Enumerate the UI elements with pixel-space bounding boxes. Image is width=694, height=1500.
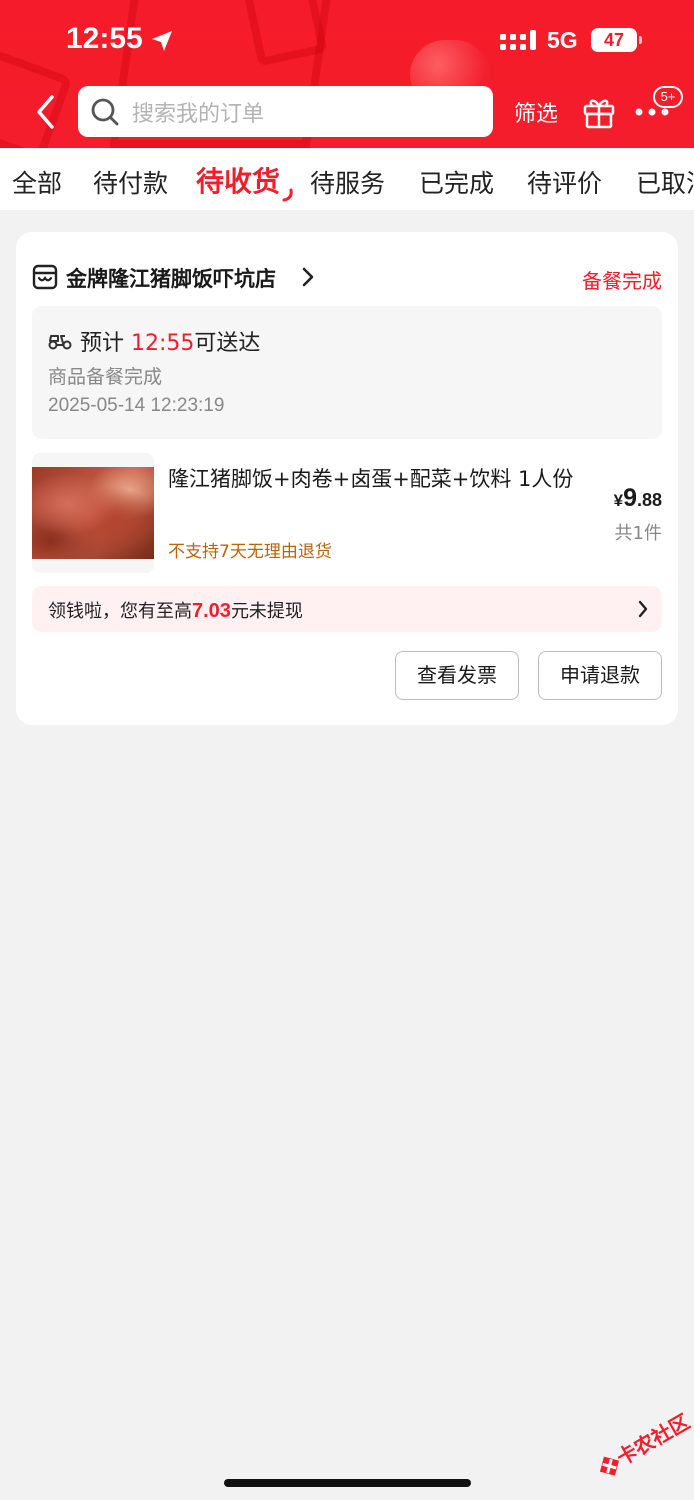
price-integer: 9 xyxy=(623,484,637,512)
tab-pending-receipt[interactable]: 待收货 xyxy=(196,160,280,200)
order-status: 备餐完成 xyxy=(582,269,662,293)
meal-status: 商品备餐完成 xyxy=(48,366,163,388)
filter-button[interactable]: 筛选 xyxy=(514,96,558,128)
eta-line: 预计 12:55可送达 xyxy=(80,325,260,357)
gift-icon[interactable] xyxy=(582,95,616,129)
battery-indicator: 47 xyxy=(591,28,637,52)
cashback-promo-bar[interactable]: 领钱啦，您有至高7.03元未提现 xyxy=(32,586,662,632)
request-refund-button[interactable]: 申请退款 xyxy=(538,651,662,700)
tab-completed[interactable]: 已完成 xyxy=(419,164,494,200)
price-decimal: .88 xyxy=(636,490,662,510)
shop-icon xyxy=(32,264,58,290)
tab-pending-payment[interactable]: 待付款 xyxy=(93,164,168,200)
promo-text: 领钱啦，您有至高7.03元未提现 xyxy=(48,597,303,623)
battery-level: 47 xyxy=(603,29,625,50)
tab-pending-review[interactable]: 待评价 xyxy=(527,164,602,200)
order-card[interactable]: 金牌隆江猪脚饭吓坑店 备餐完成 预计 12:55可送达 商品备餐完成 2025-… xyxy=(16,232,678,725)
location-arrow-icon xyxy=(152,31,172,51)
eta-prefix: 预计 xyxy=(80,331,125,356)
scooter-icon xyxy=(48,335,72,350)
eta-time: 12:55 xyxy=(131,331,195,356)
home-indicator[interactable] xyxy=(224,1479,471,1487)
promo-amount: 7.03 xyxy=(192,600,231,622)
tab-pending-service[interactable]: 待服务 xyxy=(310,164,385,200)
active-tab-indicator xyxy=(282,188,293,202)
status-time: 12:55 xyxy=(66,22,143,55)
signal-icon xyxy=(500,30,536,50)
header: 12:55 5G 47 搜索我的订单 筛选 5+ xyxy=(0,0,694,148)
product-price: ¥9.88 xyxy=(614,484,662,513)
price-currency: ¥ xyxy=(613,491,624,510)
back-icon[interactable] xyxy=(34,94,58,130)
chevron-right-icon xyxy=(638,600,648,618)
search-icon xyxy=(91,98,119,125)
promo-prefix: 领钱啦，您有至高 xyxy=(48,601,192,622)
tab-cancelled[interactable]: 已取消 xyxy=(636,164,694,200)
search-input[interactable]: 搜索我的订单 xyxy=(78,86,493,137)
product-quantity: 共1件 xyxy=(614,523,662,544)
notification-badge: 5+ xyxy=(653,86,683,108)
product-image[interactable] xyxy=(32,453,154,573)
order-time: 2025-05-14 12:23:19 xyxy=(48,395,225,416)
eta-suffix: 可送达 xyxy=(194,331,261,356)
watermark-text: 卡农社区 xyxy=(612,1409,694,1471)
network-label: 5G xyxy=(547,27,578,53)
battery-tip xyxy=(639,36,642,44)
tab-all[interactable]: 全部 xyxy=(12,164,62,200)
promo-suffix: 元未提现 xyxy=(230,601,303,622)
shop-name[interactable]: 金牌隆江猪脚饭吓坑店 xyxy=(66,263,276,293)
product-name[interactable]: 隆江猪脚饭+肉卷+卤蛋+配菜+饮料 1人份 xyxy=(168,466,596,493)
search-placeholder: 搜索我的订单 xyxy=(132,101,265,127)
no-return-note: 不支持7天无理由退货 xyxy=(168,542,332,562)
watermark: 卡农社区 xyxy=(582,1394,694,1496)
order-tabs: 全部 待付款 待收货 待服务 已完成 待评价 已取消 xyxy=(0,148,694,210)
view-invoice-button[interactable]: 查看发票 xyxy=(395,651,519,700)
chevron-right-icon[interactable] xyxy=(302,267,314,287)
pork-knuckle-rice-photo xyxy=(32,467,154,559)
delivery-info: 预计 12:55可送达 商品备餐完成 2025-05-14 12:23:19 xyxy=(32,306,662,439)
